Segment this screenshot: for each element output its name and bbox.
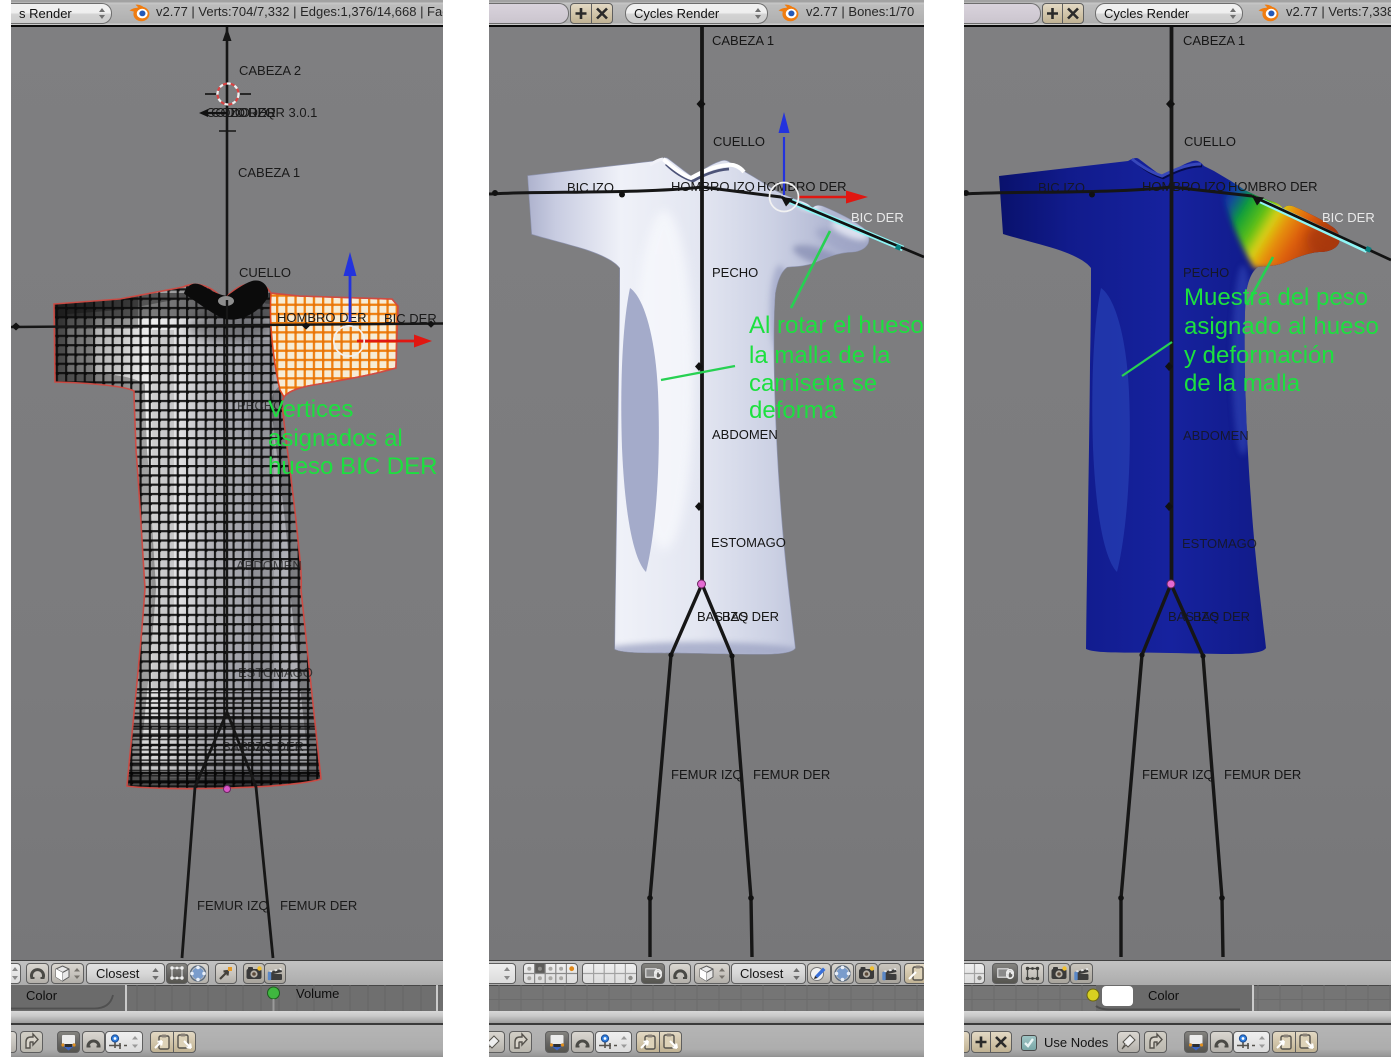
svg-text:ZORDER 3.0.1: ZORDER 3.0.1	[230, 105, 317, 120]
svg-text:PECHO: PECHO	[1183, 265, 1229, 280]
svg-text:CABEZA 1: CABEZA 1	[1183, 33, 1245, 48]
svg-text:FEMUR IZQ: FEMUR IZQ	[1142, 767, 1214, 782]
svg-text:FEMUR DER: FEMUR DER	[753, 767, 830, 782]
svg-text:BAS DER: BAS DER	[722, 609, 779, 624]
svg-text:BAS DER: BAS DER	[1193, 609, 1250, 624]
svg-text:asignados al: asignados al	[268, 425, 403, 452]
svg-text:Vertices: Vertices	[268, 396, 353, 423]
svg-text:CABEZA 2: CABEZA 2	[239, 63, 301, 78]
svg-text:Color: Color	[26, 988, 58, 1003]
svg-text:BIC DER: BIC DER	[851, 210, 904, 225]
svg-text:CUELLO: CUELLO	[713, 134, 765, 149]
svg-text:BIC IZO: BIC IZO	[567, 180, 614, 195]
svg-text:PECHO: PECHO	[712, 265, 758, 280]
svg-text:BIC IZO: BIC IZO	[1038, 180, 1085, 195]
svg-text:HOMBRO IZQ: HOMBRO IZQ	[671, 179, 755, 194]
svg-text:HOMBRO IZQ: HOMBRO IZQ	[1142, 179, 1226, 194]
svg-text:Muestra del peso: Muestra del peso	[1184, 284, 1368, 311]
svg-text:ESTOMAGO: ESTOMAGO	[711, 535, 786, 550]
svg-text:deforma: deforma	[749, 397, 838, 424]
svg-text:y deformación: y deformación	[1184, 342, 1335, 369]
svg-text:FEMUR DER: FEMUR DER	[280, 898, 357, 913]
svg-text:BAS DER: BAS DER	[247, 739, 304, 754]
svg-text:FEMUR DER: FEMUR DER	[1224, 767, 1301, 782]
svg-text:CABEZA 1: CABEZA 1	[238, 165, 300, 180]
svg-text:ESTOMAGO: ESTOMAGO	[1182, 536, 1257, 551]
svg-text:HOMBRO DER: HOMBRO DER	[1228, 179, 1318, 194]
svg-text:BIC DER: BIC DER	[384, 311, 437, 326]
svg-text:hueso BIC DER: hueso BIC DER	[268, 453, 437, 480]
svg-text:ESTOMAGO: ESTOMAGO	[238, 665, 313, 680]
svg-text:ABDOMEN: ABDOMEN	[1183, 428, 1249, 443]
svg-text:la malla de la: la malla de la	[749, 342, 891, 369]
svg-text:de la malla: de la malla	[1184, 370, 1301, 397]
svg-text:HOMBRO DER: HOMBRO DER	[277, 310, 367, 325]
svg-text:Volume: Volume	[296, 986, 339, 1001]
svg-text:CUELLO: CUELLO	[239, 265, 291, 280]
svg-text:ABDOMEN: ABDOMEN	[236, 558, 302, 573]
svg-text:CUELLO: CUELLO	[1184, 134, 1236, 149]
svg-text:ABDOMEN: ABDOMEN	[712, 427, 778, 442]
svg-text:CABEZA 1: CABEZA 1	[712, 33, 774, 48]
svg-text:asignado al hueso: asignado al hueso	[1184, 313, 1379, 340]
svg-text:FEMUR IZQ: FEMUR IZQ	[197, 898, 269, 913]
svg-text:Al rotar el hueso: Al rotar el hueso	[749, 312, 924, 339]
svg-text:FEMUR IZQ: FEMUR IZQ	[671, 767, 743, 782]
svg-text:BIC DER: BIC DER	[1322, 210, 1375, 225]
svg-text:camiseta se: camiseta se	[749, 370, 877, 397]
svg-text:Color: Color	[1148, 988, 1180, 1003]
